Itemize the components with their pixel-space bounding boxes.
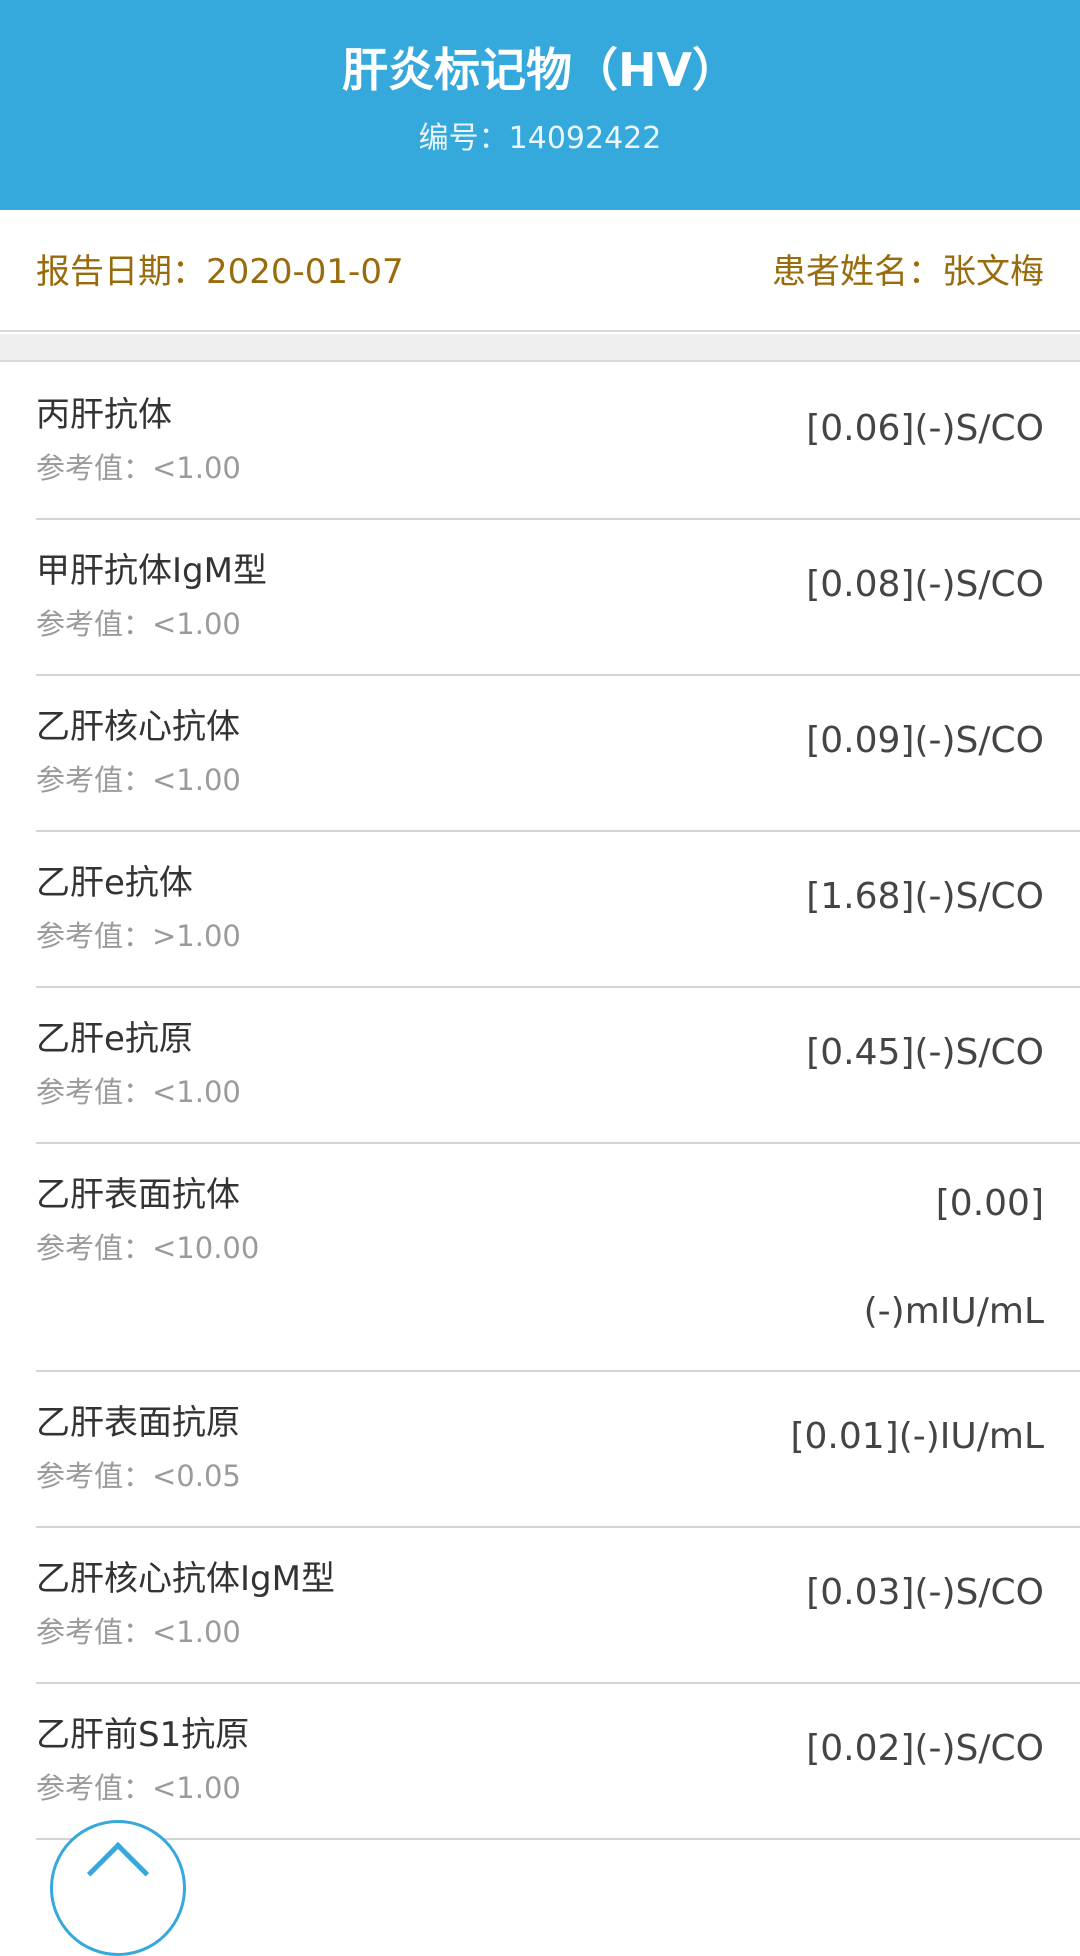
page-header: 肝炎标记物（HV） 编号：14092422 [0, 0, 1080, 210]
reference-value: 参考值：<1.00 [36, 1771, 241, 1805]
test-result: [0.03](-)S/CO [806, 1572, 1044, 1613]
test-result: [0.01](-)IU/mL [790, 1416, 1044, 1457]
list-item: 丙肝抗体 参考值：<1.00 [0.06](-)S/CO [36, 364, 1080, 520]
test-name: 乙肝核心抗体 [36, 707, 240, 747]
report-number: 编号：14092422 [418, 121, 662, 156]
test-result: [0.08](-)S/CO [806, 564, 1044, 605]
chevron-up-icon [86, 1841, 150, 1905]
list-item: 乙肝核心抗体IgM型 参考值：<1.00 [0.03](-)S/CO [36, 1528, 1080, 1684]
report-date: 报告日期：2020-01-07 [36, 252, 404, 292]
reference-value: 参考值：>1.00 [36, 919, 241, 953]
section-divider [0, 334, 1080, 362]
page-title: 肝炎标记物（HV） [341, 43, 739, 97]
test-name: 乙肝e抗体 [36, 863, 193, 903]
list-item: 乙肝前S1抗原 参考值：<1.00 [0.02](-)S/CO [36, 1684, 1080, 1840]
test-name: 丙肝抗体 [36, 395, 172, 435]
result-list: 丙肝抗体 参考值：<1.00 [0.06](-)S/CO 甲肝抗体IgM型 参考… [0, 364, 1080, 1840]
list-item: 乙肝表面抗原 参考值：<0.05 [0.01](-)IU/mL [36, 1372, 1080, 1528]
list-item: 乙肝表面抗体 参考值：<10.00 [0.00](-)mIU/mL [36, 1144, 1080, 1372]
test-result: [0.45](-)S/CO [806, 1032, 1044, 1073]
report-info-bar: 报告日期：2020-01-07 患者姓名：张文梅 [0, 210, 1080, 332]
test-result: [0.00](-)mIU/mL [863, 1183, 1044, 1332]
test-result: [0.06](-)S/CO [806, 408, 1044, 449]
list-item: 乙肝e抗体 参考值：>1.00 [1.68](-)S/CO [36, 832, 1080, 988]
patient-name: 患者姓名：张文梅 [772, 252, 1044, 292]
test-result: [0.09](-)S/CO [806, 720, 1044, 761]
test-result: [1.68](-)S/CO [806, 876, 1044, 917]
test-name: 乙肝表面抗原 [36, 1403, 240, 1443]
reference-value: 参考值：<1.00 [36, 763, 241, 797]
test-name: 乙肝表面抗体 [36, 1175, 240, 1215]
scroll-to-top-button[interactable] [50, 1820, 186, 1956]
test-name: 乙肝e抗原 [36, 1019, 193, 1059]
test-name: 乙肝核心抗体IgM型 [36, 1559, 335, 1599]
reference-value: 参考值：<0.05 [36, 1459, 241, 1493]
reference-value: 参考值：<10.00 [36, 1231, 260, 1265]
list-item: 乙肝e抗原 参考值：<1.00 [0.45](-)S/CO [36, 988, 1080, 1144]
reference-value: 参考值：<1.00 [36, 607, 241, 641]
list-item: 甲肝抗体IgM型 参考值：<1.00 [0.08](-)S/CO [36, 520, 1080, 676]
test-name: 乙肝前S1抗原 [36, 1715, 250, 1755]
test-result: [0.02](-)S/CO [806, 1728, 1044, 1769]
reference-value: 参考值：<1.00 [36, 451, 241, 485]
list-item: 乙肝核心抗体 参考值：<1.00 [0.09](-)S/CO [36, 676, 1080, 832]
reference-value: 参考值：<1.00 [36, 1615, 241, 1649]
reference-value: 参考值：<1.00 [36, 1075, 241, 1109]
test-name: 甲肝抗体IgM型 [36, 551, 267, 591]
